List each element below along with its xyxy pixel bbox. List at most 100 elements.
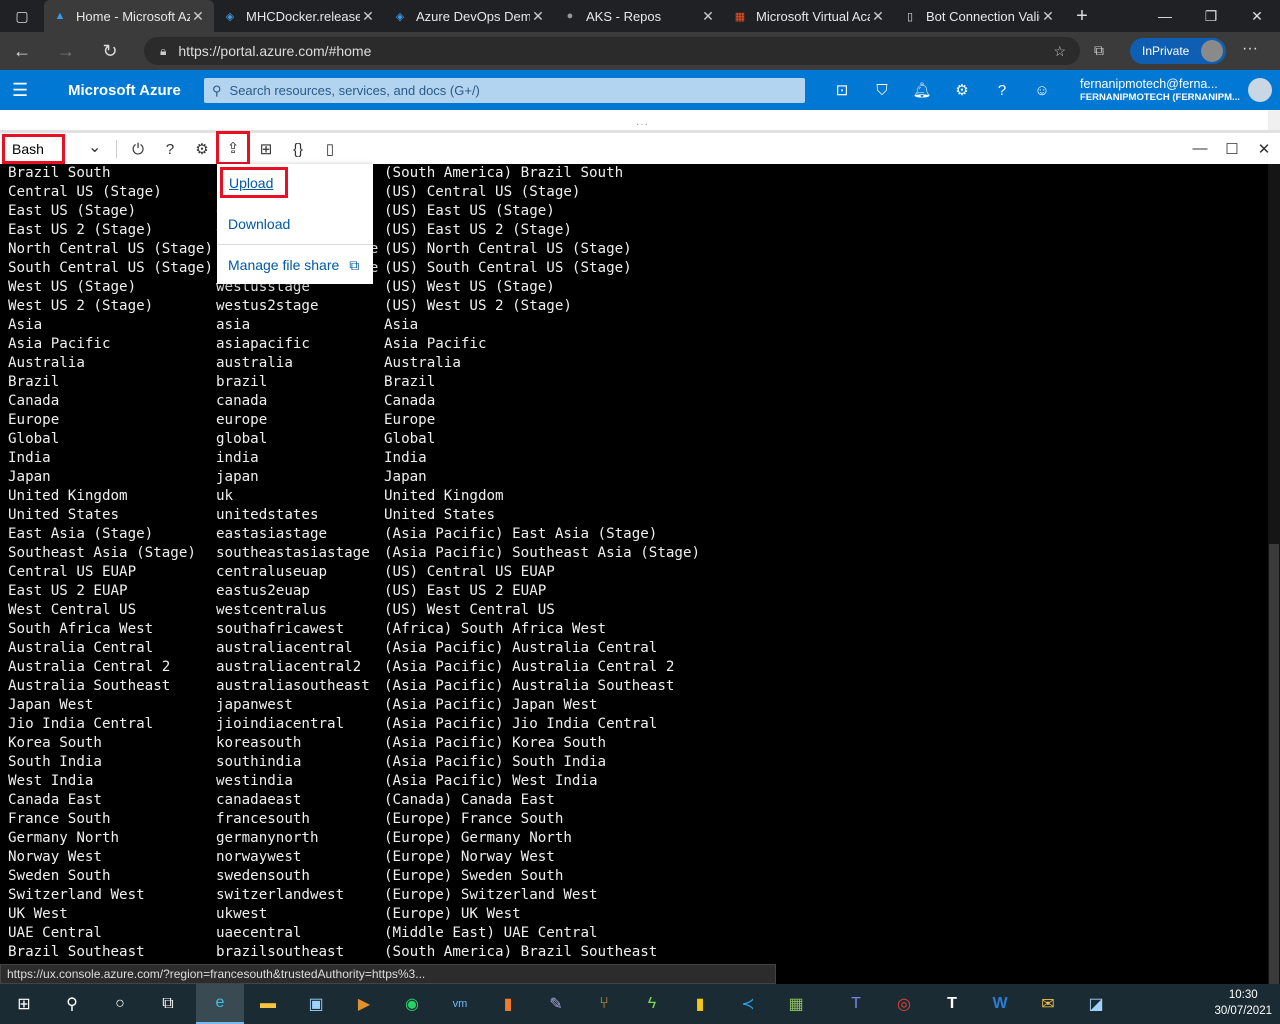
shell-type-value: Bash [12, 141, 44, 157]
maximize-panel-icon[interactable]: ☐ [1216, 133, 1248, 164]
search-icon[interactable]: ⚲ [48, 984, 96, 1024]
terminal-line: Global global Global [0, 430, 1268, 449]
terminal-scroll-thumb[interactable] [1269, 544, 1279, 984]
terminal-line: Jio India Central jioindiacentral (Asia Pa… [0, 715, 1268, 734]
notifications-icon[interactable]: 🔔︎ [902, 70, 942, 110]
close-tab-icon[interactable]: ✕ [1040, 8, 1056, 25]
taskbar-clock[interactable]: 10:30 30/07/2021 [1214, 987, 1272, 1019]
web-preview-icon[interactable]: ▯ [318, 137, 342, 161]
script-icon[interactable]: ϟ [628, 984, 676, 1024]
terminal-output[interactable]: Brazil Southbrazilsouth(South America) B… [0, 164, 1268, 964]
office-icon[interactable]: ▮ [484, 984, 532, 1024]
url-field[interactable]: 🔒︎ https://portal.azure.com/#home ☆ [144, 37, 1080, 65]
edge-icon[interactable]: e [196, 984, 244, 1024]
whatsapp-icon[interactable]: ◉ [388, 984, 436, 1024]
git-icon[interactable]: ⑂ [580, 984, 628, 1024]
refresh-icon[interactable]: ↻ [88, 32, 132, 70]
vmware-icon[interactable]: vm [436, 984, 484, 1024]
account-info[interactable]: fernanipmotech@ferna... FERNANIPMOTECH (… [1080, 77, 1240, 103]
azure-title[interactable]: Microsoft Azure [68, 82, 181, 99]
file-explorer-icon[interactable]: ▬ [244, 984, 292, 1024]
inprivate-badge[interactable]: InPrivate [1130, 38, 1226, 64]
chrome-icon[interactable]: ◎ [880, 984, 928, 1024]
region-name: brazilsoutheast [216, 944, 345, 960]
help-icon[interactable]: ? [982, 70, 1022, 110]
restart-icon[interactable]: ⏻ [126, 137, 150, 161]
region-display-name: Global [8, 431, 60, 447]
word-icon[interactable]: W [976, 984, 1024, 1024]
new-tab-button[interactable]: + [1064, 0, 1100, 32]
minimize-icon[interactable]: — [1142, 0, 1188, 32]
region-name: australiasoutheast [216, 678, 370, 694]
typora-icon[interactable]: T [928, 984, 976, 1024]
browser-tab[interactable]: ● AKS - Repos ✕ [554, 0, 724, 32]
lock-icon[interactable]: 🔒︎ [160, 44, 166, 59]
back-icon[interactable]: ← [0, 32, 44, 70]
tab-actions-menu[interactable]: ▢ [0, 0, 44, 32]
close-tab-icon[interactable]: ✕ [530, 8, 546, 25]
portal-scrollbar[interactable] [1268, 110, 1280, 130]
help-icon[interactable]: ? [158, 137, 182, 161]
upload-menu-item[interactable]: Upload [220, 167, 288, 198]
hamburger-menu-icon[interactable]: ☰ [12, 80, 28, 101]
browser-tab[interactable]: ▦ Microsoft Virtual Academy✕ [724, 0, 894, 32]
settings-icon[interactable]: ⚙ [190, 137, 214, 161]
close-tab-icon[interactable]: ✕ [190, 8, 206, 25]
close-tab-icon[interactable]: ✕ [870, 8, 886, 25]
photos-icon[interactable]: ▦ [772, 984, 820, 1024]
region-regional-display-name: (US) West US (Stage) [384, 279, 555, 295]
collections-icon[interactable]: ⧉ [1094, 42, 1104, 59]
region-regional-display-name: (Asia Pacific) South India [384, 754, 607, 770]
forward-icon[interactable]: → [44, 32, 88, 70]
browser-tab[interactable]: ▯ Bot Connection Validator✕ [894, 0, 1064, 32]
add-favorite-icon[interactable]: ☆ [1053, 43, 1066, 60]
windows-start-icon[interactable]: ⊞ [0, 984, 48, 1024]
more-options-icon[interactable]: ··· [1242, 40, 1258, 58]
close-panel-icon[interactable]: ✕ [1248, 133, 1280, 164]
editor-braces-icon[interactable]: {} [286, 137, 310, 161]
terminal-line: Brazil Southeast brazilsoutheast (South Am… [0, 943, 1268, 962]
media-player-icon[interactable]: ▶ [340, 984, 388, 1024]
chevron-down-icon[interactable]: ⌄ [88, 137, 101, 157]
close-tab-icon[interactable]: ✕ [700, 8, 716, 25]
download-menu-item[interactable]: Download [228, 216, 290, 232]
cloud-shell-icon[interactable]: ⊡ [822, 70, 862, 110]
region-name: brazil [216, 374, 268, 390]
region-regional-display-name: (US) East US 2 EUAP [384, 583, 547, 599]
azure-search-input[interactable]: ⚲ Search resources, services, and docs (… [204, 78, 805, 103]
microsoft-icon: ▦ [734, 10, 746, 23]
search-icon: ⚲ [212, 82, 222, 98]
terminal-line: Central US (Stage)centralusstage(US) Cen… [0, 183, 1268, 202]
browser-tab[interactable]: ▲ Home - Microsoft Azure✕ [44, 0, 214, 32]
close-window-icon[interactable]: ✕ [1234, 0, 1280, 32]
resize-grip-icon[interactable]: ··· [636, 119, 649, 130]
directory-filter-icon[interactable]: ⛉ [862, 70, 902, 110]
manage-file-share-menu-item[interactable]: Manage file share ⧉ [228, 257, 359, 274]
notes-icon[interactable]: ◪ [1072, 984, 1120, 1024]
user-avatar[interactable] [1248, 78, 1272, 102]
store-icon[interactable]: ▣ [292, 984, 340, 1024]
browser-tab[interactable]: ◈ MHCDocker.release ✕ [214, 0, 384, 32]
shell-type-select[interactable]: Bash [2, 134, 65, 164]
feedback-icon[interactable]: ☺ [1022, 70, 1062, 110]
teams-icon[interactable]: T [832, 984, 880, 1024]
upload-file-icon: ⇪ [226, 140, 240, 157]
vscode-icon[interactable]: ≺ [724, 984, 772, 1024]
task-view-icon[interactable]: ⧉ [144, 984, 192, 1024]
outlook-icon[interactable]: ✉ [1024, 984, 1072, 1024]
cortana-icon[interactable]: ○ [96, 984, 144, 1024]
terminal-scrollbar[interactable] [1268, 164, 1280, 984]
close-tab-icon[interactable]: ✕ [360, 8, 376, 25]
power-bi-icon[interactable]: ▮ [676, 984, 724, 1024]
browser-tab[interactable]: ◈ Azure DevOps Demo ✕ [384, 0, 554, 32]
terminal-line: Norway West norwaywest (Europe) Norway Wes… [0, 848, 1268, 867]
minimize-panel-icon[interactable]: — [1184, 133, 1216, 164]
settings-icon[interactable]: ⚙ [942, 70, 982, 110]
region-display-name: Japan [8, 469, 51, 485]
region-display-name: United States [8, 507, 120, 523]
paint-icon[interactable]: ✎ [532, 984, 580, 1024]
upload-download-files-button[interactable]: ⇪ [216, 131, 250, 165]
restore-icon[interactable]: ❐ [1188, 0, 1234, 32]
terminal-line: Germany North germanynorth (Europe) German… [0, 829, 1268, 848]
new-session-icon[interactable]: ⊞ [254, 137, 278, 161]
